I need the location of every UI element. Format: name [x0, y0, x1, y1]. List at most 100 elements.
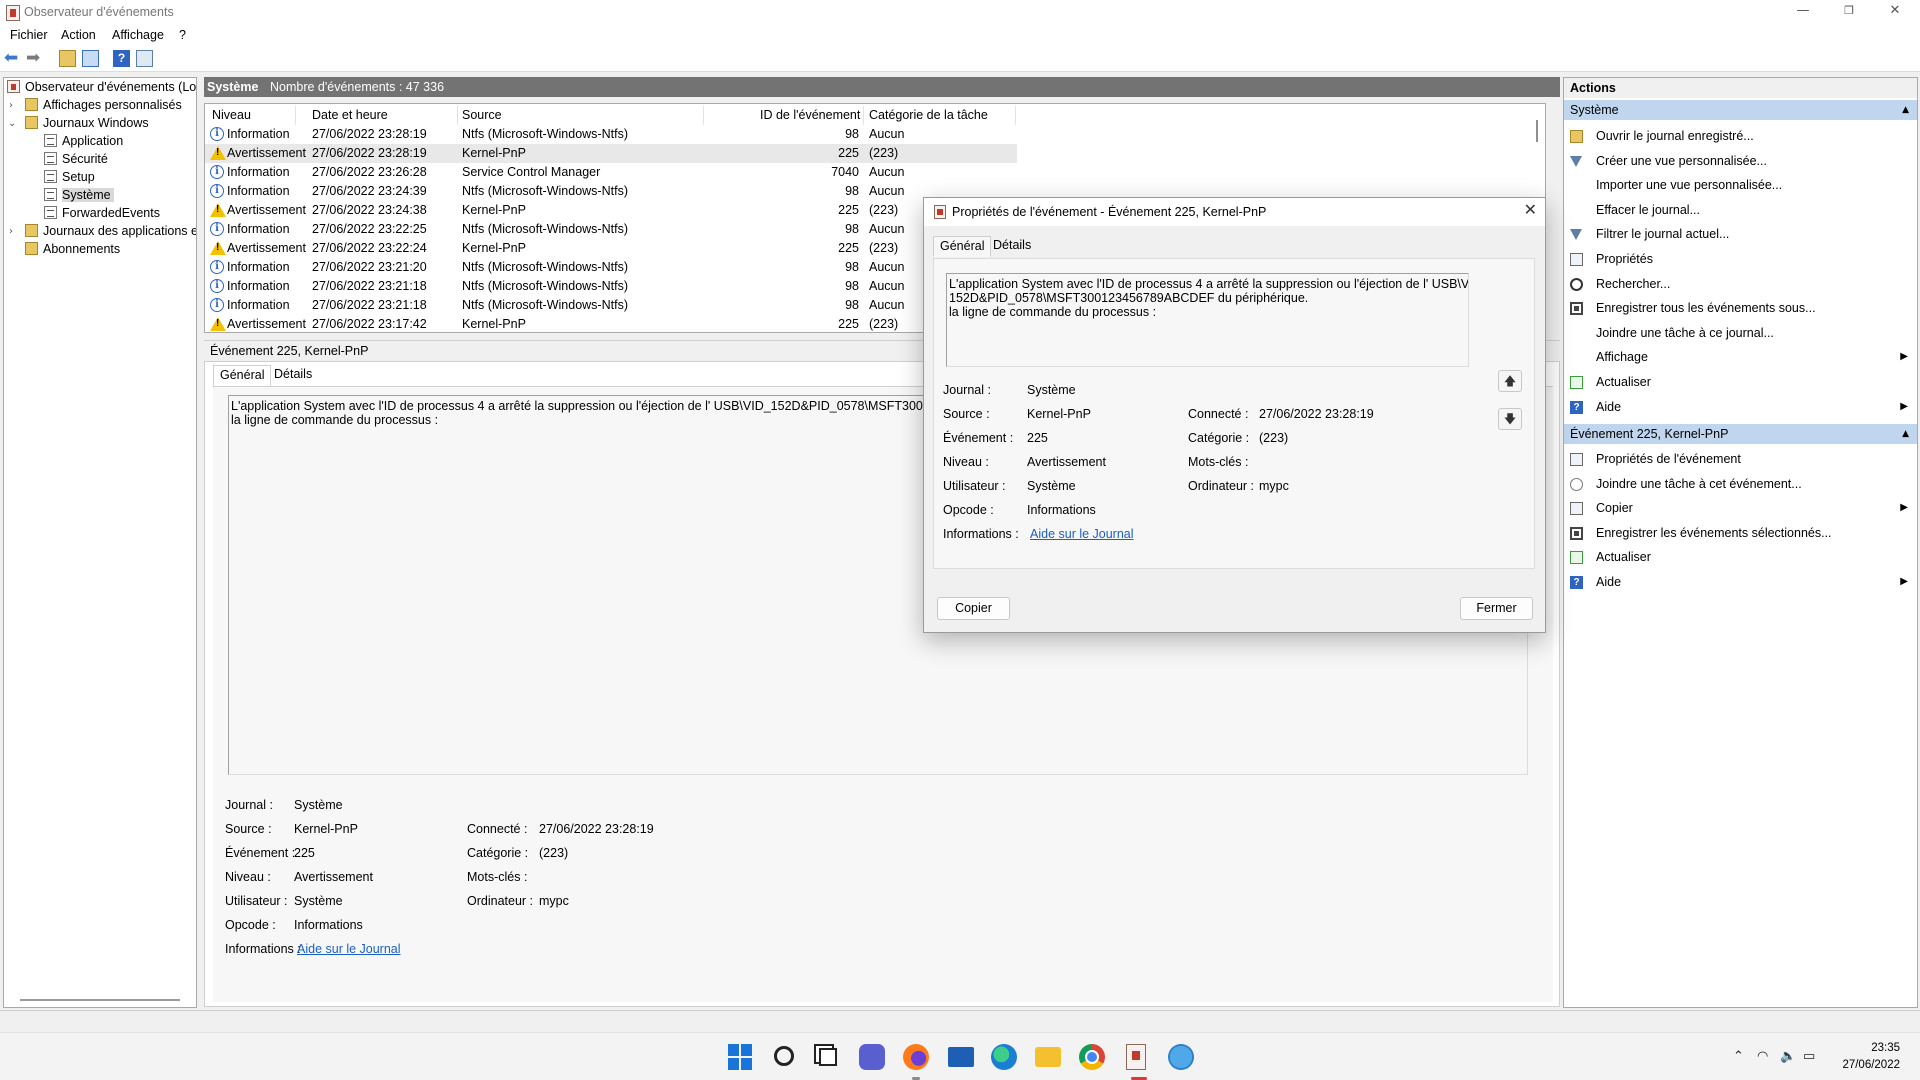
column-separator[interactable]: [863, 106, 864, 125]
search-icon[interactable]: [774, 1046, 794, 1066]
column-header-category[interactable]: Catégorie de la tâche: [869, 108, 988, 122]
task-view-icon[interactable]: [819, 1048, 837, 1066]
tree-security[interactable]: Sécurité: [44, 151, 108, 168]
list-vertical-scrollbar[interactable]: [1536, 120, 1538, 142]
menu-fichier[interactable]: Fichier: [10, 28, 48, 42]
chrome-icon[interactable]: [1079, 1044, 1105, 1070]
chevron-right-icon[interactable]: ›: [9, 97, 13, 114]
chat-icon[interactable]: [859, 1044, 885, 1070]
help-icon[interactable]: ?: [113, 50, 130, 67]
column-header-date[interactable]: Date et heure: [312, 108, 388, 122]
table-row[interactable]: i Information 27/06/2022 23:21:20 Ntfs (Mic…: [205, 258, 1017, 277]
help-link[interactable]: Aide sur le Journal: [297, 942, 401, 956]
minimize-button[interactable]: —: [1780, 0, 1826, 26]
actions-section-event[interactable]: Événement 225, Kernel-PnP ▲: [1564, 424, 1917, 444]
action-item[interactable]: Enregistrer tous les événements sous...: [1564, 296, 1917, 320]
action-item[interactable]: Créer une vue personnalisée...: [1564, 149, 1917, 173]
collapse-up-icon[interactable]: ▲: [1902, 424, 1909, 444]
clock-date[interactable]: 27/06/2022: [1842, 1059, 1900, 1071]
tree-horizontal-scrollbar[interactable]: [20, 999, 180, 1001]
table-row[interactable]: ! Avertissement 27/06/2022 23:17:42 Kernel-…: [205, 315, 1017, 332]
column-separator[interactable]: [295, 106, 296, 125]
table-row[interactable]: ! Avertissement 27/06/2022 23:28:19 Kernel-…: [205, 144, 1017, 163]
table-row[interactable]: i Information 27/06/2022 23:21:18 Ntfs (Mic…: [205, 277, 1017, 296]
menu-help[interactable]: ?: [179, 28, 186, 42]
volume-icon[interactable]: 🔈: [1780, 1049, 1796, 1064]
previous-event-button[interactable]: 🡅: [1498, 370, 1522, 392]
tree-subscriptions[interactable]: Abonnements: [25, 241, 120, 258]
tree-system[interactable]: Système: [44, 187, 114, 204]
tree-custom-views[interactable]: Affichages personnalisés: [25, 97, 182, 114]
maximize-button[interactable]: ❐: [1826, 0, 1872, 26]
table-row[interactable]: i Information 27/06/2022 23:21:18 Ntfs (Mic…: [205, 296, 1017, 315]
copy-button[interactable]: Copier: [937, 597, 1010, 620]
tree-application[interactable]: Application: [44, 133, 123, 150]
column-header-level[interactable]: Niveau: [212, 108, 251, 122]
forward-icon[interactable]: ➡: [26, 50, 43, 67]
action-item[interactable]: Copier ▶: [1564, 496, 1917, 520]
action-item[interactable]: Importer une vue personnalisée...: [1564, 173, 1917, 197]
action-item[interactable]: Actualiser: [1564, 545, 1917, 569]
dialog-tab-general[interactable]: Général: [933, 236, 992, 257]
firefox-icon[interactable]: [903, 1044, 929, 1070]
action-item[interactable]: Filtrer le journal actuel...: [1564, 222, 1917, 246]
chevron-down-icon[interactable]: ⌄: [8, 115, 16, 132]
tree-app-logs[interactable]: Journaux des applications et: [25, 223, 196, 240]
start-button[interactable]: [728, 1044, 754, 1070]
close-dialog-button[interactable]: Fermer: [1460, 597, 1533, 620]
edge-icon[interactable]: [991, 1044, 1017, 1070]
dialog-event-message[interactable]: L'application System avec l'ID de proces…: [946, 273, 1469, 367]
menu-affichage[interactable]: Affichage: [112, 28, 164, 42]
mail-icon[interactable]: [948, 1047, 974, 1067]
wifi-icon[interactable]: ◠: [1757, 1049, 1768, 1064]
globe-app-icon[interactable]: [1168, 1044, 1194, 1070]
table-row[interactable]: ! Avertissement 27/06/2022 23:24:38 Kernel-…: [205, 201, 1017, 220]
action-item[interactable]: Actualiser: [1564, 370, 1917, 394]
action-item[interactable]: Affichage ▶: [1564, 345, 1917, 369]
action-item[interactable]: Joindre une tâche à ce journal...: [1564, 321, 1917, 345]
table-row[interactable]: ! Avertissement 27/06/2022 23:22:24 Kernel-…: [205, 239, 1017, 258]
menu-action[interactable]: Action: [61, 28, 96, 42]
column-header-event-id[interactable]: ID de l'événement: [760, 108, 860, 122]
action-item[interactable]: Propriétés de l'événement: [1564, 447, 1917, 471]
table-row[interactable]: i Information 27/06/2022 23:24:39 Ntfs (Mic…: [205, 182, 1017, 201]
action-item[interactable]: Effacer le journal...: [1564, 198, 1917, 222]
tree-forwarded-events[interactable]: ForwardedEvents: [44, 205, 160, 222]
event-viewer-taskbar-button[interactable]: [1126, 1044, 1152, 1070]
tree-root[interactable]: Observateur d'événements (Loc: [7, 79, 196, 96]
close-button[interactable]: ✕: [1872, 0, 1918, 26]
column-separator[interactable]: [1015, 106, 1016, 125]
show-hide-actions-icon[interactable]: [136, 50, 153, 67]
battery-icon[interactable]: ▭: [1803, 1049, 1815, 1064]
dialog-help-link[interactable]: Aide sur le Journal: [1030, 527, 1134, 541]
actions-section-system[interactable]: Système ▲: [1564, 100, 1917, 120]
show-hidden-icons-chevron-icon[interactable]: ⌃: [1733, 1049, 1744, 1064]
action-item[interactable]: ? Aide ▶: [1564, 570, 1917, 594]
column-separator[interactable]: [457, 106, 458, 125]
chevron-right-icon[interactable]: ›: [9, 223, 13, 240]
tree-windows-logs[interactable]: Journaux Windows: [25, 115, 149, 132]
show-hide-tree-icon[interactable]: [82, 50, 99, 67]
table-row[interactable]: i Information 27/06/2022 23:28:19 Ntfs (Mic…: [205, 125, 1017, 144]
table-row[interactable]: i Information 27/06/2022 23:26:28 Service C…: [205, 163, 1017, 182]
action-item[interactable]: Enregistrer les événements sélectionnés.…: [1564, 521, 1917, 545]
action-item[interactable]: Propriétés: [1564, 247, 1917, 271]
next-event-button[interactable]: 🡇: [1498, 408, 1522, 430]
dialog-close-icon[interactable]: ✕: [1524, 200, 1537, 219]
up-folder-icon[interactable]: [59, 50, 76, 67]
action-item[interactable]: ? Aide ▶: [1564, 395, 1917, 419]
table-row[interactable]: i Information 27/06/2022 23:22:25 Ntfs (Mic…: [205, 220, 1017, 239]
column-separator[interactable]: [703, 106, 704, 125]
tab-details[interactable]: Détails: [268, 365, 318, 386]
back-icon[interactable]: ⬅: [4, 50, 21, 67]
dialog-tab-details[interactable]: Détails: [987, 236, 1037, 257]
tab-general[interactable]: Général: [213, 365, 272, 386]
action-item[interactable]: Rechercher...: [1564, 272, 1917, 296]
tree-setup[interactable]: Setup: [44, 169, 95, 186]
column-header-source[interactable]: Source: [462, 108, 502, 122]
clock-time[interactable]: 23:35: [1871, 1042, 1900, 1054]
action-item[interactable]: Ouvrir le journal enregistré...: [1564, 124, 1917, 148]
action-item[interactable]: Joindre une tâche à cet événement...: [1564, 472, 1917, 496]
file-explorer-icon[interactable]: [1035, 1047, 1061, 1067]
collapse-up-icon[interactable]: ▲: [1902, 100, 1909, 120]
